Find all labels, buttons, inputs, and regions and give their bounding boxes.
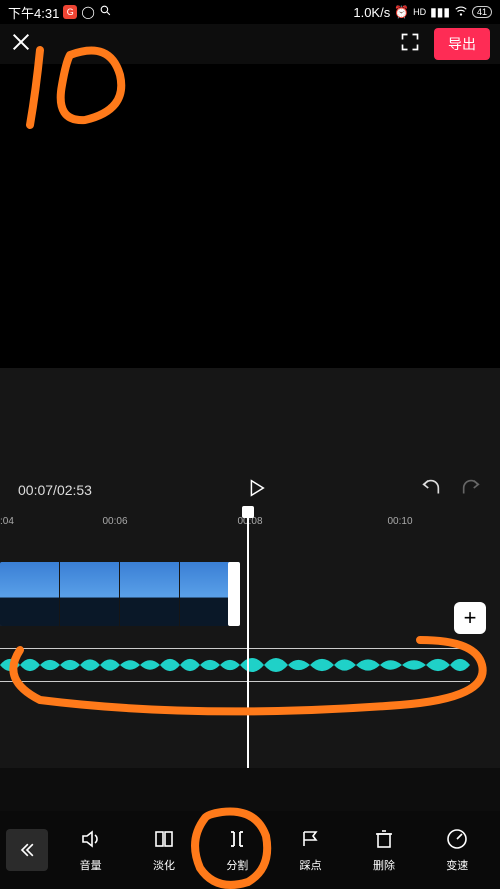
- status-time: 下午4:31: [8, 3, 59, 22]
- net-speed: 1.0K/s: [353, 5, 390, 20]
- tool-split[interactable]: 分割: [225, 827, 249, 873]
- tool-label: 音量: [80, 857, 102, 873]
- ruler-tick: 00:10: [387, 516, 412, 527]
- tool-label: 淡化: [153, 857, 175, 873]
- play-button[interactable]: [245, 477, 267, 504]
- video-clip[interactable]: 片尾: [0, 562, 240, 626]
- ruler-tick: 00:06: [102, 516, 127, 527]
- redo-button[interactable]: [460, 477, 482, 504]
- ruler-tick: :04: [0, 516, 14, 527]
- tool-volume[interactable]: 音量: [79, 827, 103, 873]
- add-clip-button[interactable]: +: [454, 602, 486, 634]
- tool-beat[interactable]: 踩点: [299, 827, 323, 873]
- export-button[interactable]: 导出: [434, 28, 490, 60]
- editor-header: 导出: [0, 24, 500, 64]
- status-bar: 下午4:31 G ◯ 1.0K/s ⏰ HD ▮▮▮ 41: [0, 0, 500, 24]
- tool-label: 删除: [373, 857, 395, 873]
- current-time: 00:07: [18, 482, 53, 498]
- fullscreen-icon[interactable]: [400, 32, 420, 57]
- time-display: 00:07/02:53: [18, 482, 92, 498]
- signal-icon: ▮▮▮: [430, 5, 450, 19]
- tool-label: 变速: [446, 857, 468, 873]
- clip-handle[interactable]: [228, 562, 240, 626]
- undo-redo-group: [420, 477, 482, 504]
- wifi-icon: [454, 4, 468, 21]
- tool-label: 分割: [226, 857, 248, 873]
- tool-fade[interactable]: 淡化: [152, 827, 176, 873]
- video-track: 片尾 +: [0, 562, 500, 626]
- alarm-icon: ⏰: [394, 5, 409, 19]
- close-button[interactable]: [10, 31, 32, 58]
- toolbar-back-button[interactable]: [6, 829, 48, 871]
- tool-label: 踩点: [300, 857, 322, 873]
- clip-thumb: [60, 562, 120, 626]
- playhead[interactable]: [247, 512, 249, 768]
- bottom-toolbar: 音量 淡化 分割 踩点 删除 变速: [0, 811, 500, 889]
- ruler-tick: 00:08: [237, 516, 262, 527]
- total-time: 02:53: [57, 482, 92, 498]
- tool-delete[interactable]: 删除: [372, 827, 396, 873]
- playback-bar: 00:07/02:53: [0, 468, 500, 512]
- search-icon: [99, 4, 112, 20]
- clip-thumb: [120, 562, 180, 626]
- preview-gap: [0, 368, 500, 468]
- timeline[interactable]: 片尾 +: [0, 538, 500, 768]
- time-ruler[interactable]: :04 00:06 00:08 00:10: [0, 512, 500, 538]
- audio-track[interactable]: [0, 648, 470, 682]
- app-icon: G: [63, 5, 77, 19]
- tool-speed[interactable]: 变速: [445, 827, 469, 873]
- video-preview[interactable]: [0, 64, 500, 368]
- clip-thumb: [0, 562, 60, 626]
- battery-icon: 41: [472, 6, 492, 18]
- location-icon: ◯: [81, 5, 94, 19]
- hd-icon: HD: [413, 7, 426, 17]
- undo-button[interactable]: [420, 477, 442, 504]
